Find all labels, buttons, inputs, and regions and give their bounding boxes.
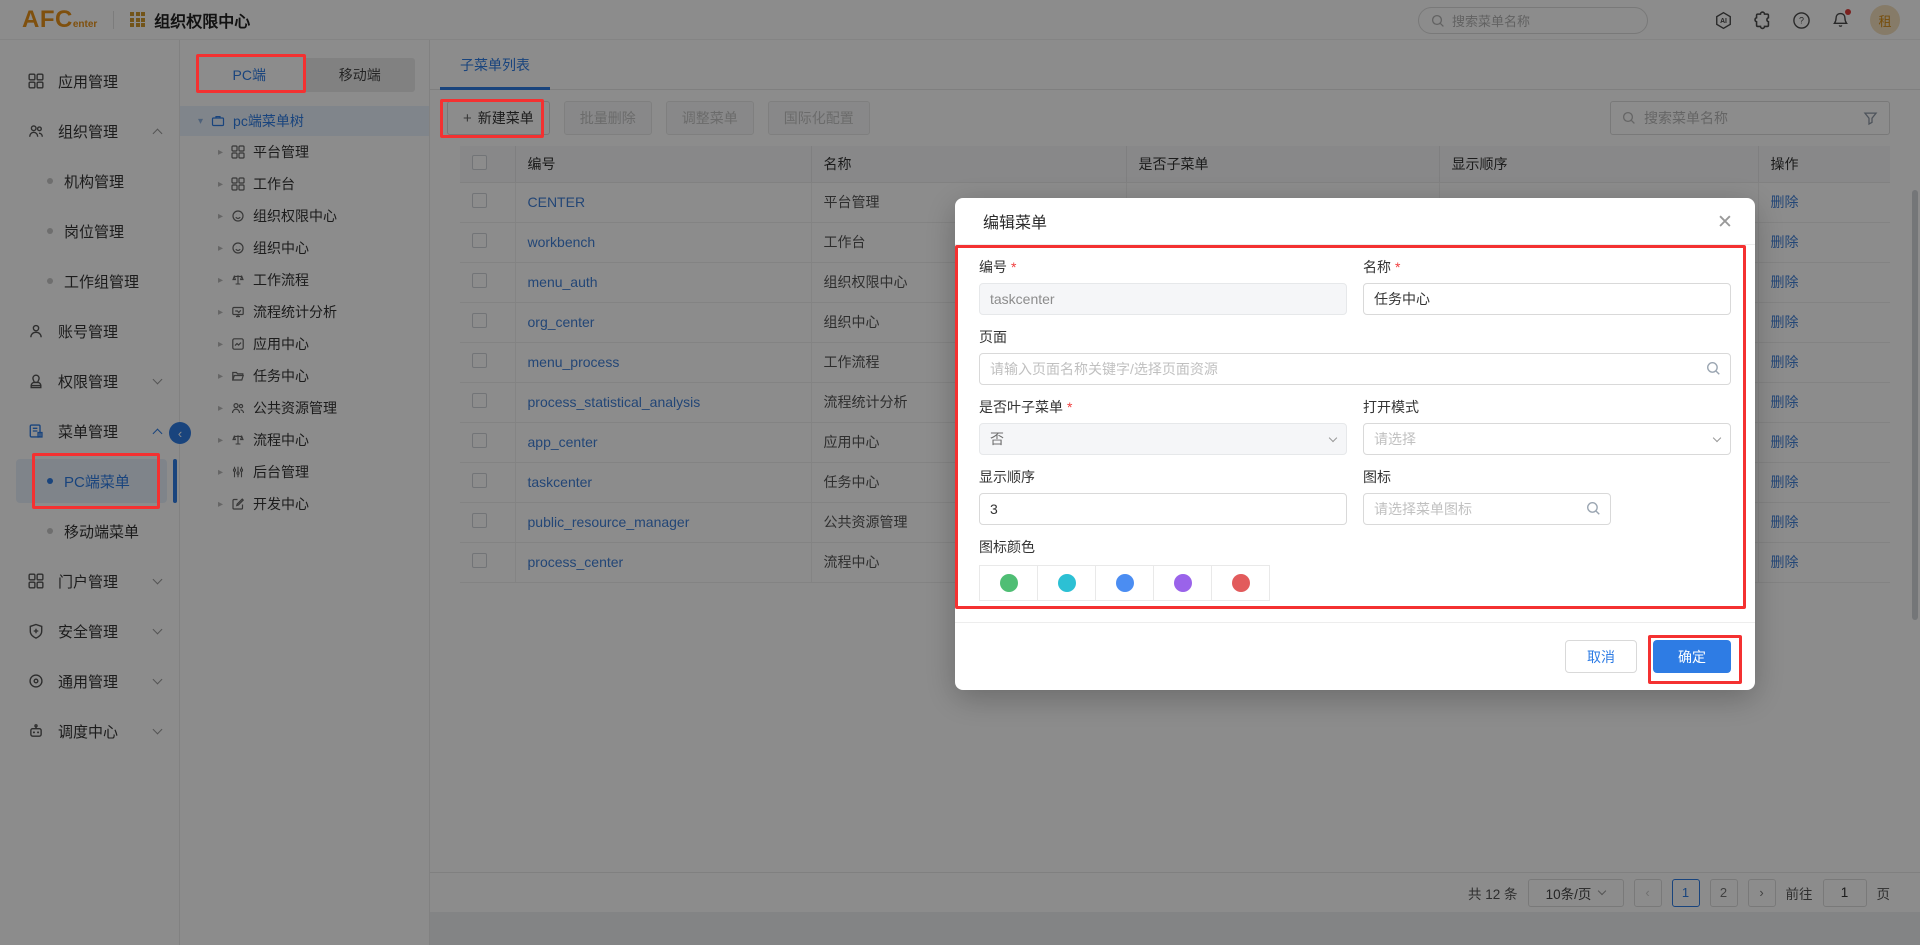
name-field-label: 名称 * (1363, 259, 1401, 275)
required-asterisk: * (1067, 399, 1073, 415)
color-swatch-blue[interactable] (1095, 565, 1154, 601)
open-mode-label: 打开模式 (1363, 399, 1419, 415)
color-swatch-purple[interactable] (1153, 565, 1212, 601)
modal-title: 编辑菜单 (983, 215, 1048, 232)
confirm-button[interactable]: 确定 (1653, 640, 1731, 673)
icon-color-picker (979, 565, 1731, 601)
leaf-select[interactable]: 否 (979, 423, 1347, 455)
icon-field[interactable] (1363, 493, 1611, 525)
search-icon[interactable] (1706, 361, 1721, 376)
name-field[interactable] (1363, 283, 1731, 315)
modal-header: 编辑菜单 (955, 198, 1755, 245)
open-mode-select[interactable]: 请选择 (1363, 423, 1731, 455)
color-swatch-green[interactable] (979, 565, 1038, 601)
search-icon[interactable] (1586, 501, 1601, 516)
modal-footer: 取消 确定 (955, 622, 1755, 690)
leaf-field-label: 是否叶子菜单 * (979, 399, 1073, 415)
close-icon[interactable]: ✕ (1711, 209, 1737, 235)
color-swatch-cyan[interactable] (1037, 565, 1096, 601)
cancel-button[interactable]: 取消 (1565, 640, 1637, 673)
icon-color-label: 图标颜色 (979, 539, 1035, 555)
chevron-down-icon (1712, 433, 1722, 442)
page-field-label: 页面 (979, 329, 1007, 345)
open-mode-placeholder: 请选择 (1374, 431, 1416, 447)
color-swatch-red[interactable] (1211, 565, 1270, 601)
icon-field-label: 图标 (1363, 469, 1391, 485)
code-field[interactable] (979, 283, 1347, 315)
required-asterisk: * (1011, 259, 1017, 275)
order-field-label: 显示顺序 (979, 469, 1035, 485)
required-asterisk: * (1395, 259, 1401, 275)
page-field[interactable] (979, 353, 1731, 385)
order-field[interactable] (979, 493, 1347, 525)
edit-menu-modal: 编辑菜单 ✕ 编号* 名称* 页面 是否叶子菜单* 否 (955, 198, 1755, 690)
leaf-select-value: 否 (990, 431, 1004, 447)
code-field-label: 编号 * (979, 259, 1017, 275)
chevron-down-icon (1328, 433, 1338, 442)
